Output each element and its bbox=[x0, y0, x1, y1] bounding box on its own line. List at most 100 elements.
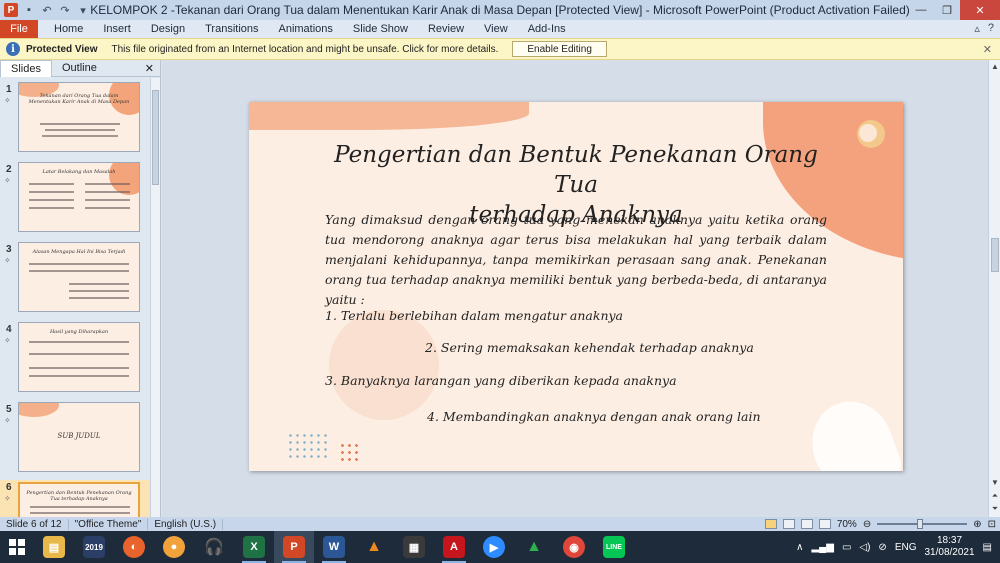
language-indicator-taskbar[interactable]: ENG bbox=[895, 542, 917, 553]
close-pane-icon[interactable]: ✕ bbox=[145, 62, 154, 75]
protected-view-message[interactable]: This file originated from an Internet lo… bbox=[112, 44, 499, 55]
slide-canvas: Pengertian dan Bentuk Penekanan Orang Tu… bbox=[162, 60, 988, 517]
slide-thumbnail-selected[interactable]: Pengertian dan Bentuk Penekanan Orang Tu… bbox=[18, 482, 140, 517]
headphones-icon: 🎧 bbox=[204, 539, 224, 556]
theme-name: "Office Theme" bbox=[69, 518, 149, 530]
slide-thumbnail[interactable]: Alasan Mengapa Hal Ini Bisa Terjadi bbox=[18, 242, 140, 312]
redo-icon[interactable]: ↷ bbox=[58, 3, 72, 17]
customize-qat-icon[interactable]: ▾ bbox=[76, 3, 90, 17]
slide-thumbnail-row[interactable]: 2 ✧ Latar Belakang dan Masalah bbox=[0, 162, 150, 238]
fit-to-window-icon[interactable]: ⊡ bbox=[988, 519, 996, 530]
media-app[interactable]: ● bbox=[154, 531, 194, 563]
firefox-app[interactable]: ◐ bbox=[114, 531, 154, 563]
zoom-level[interactable]: 70% bbox=[837, 519, 857, 530]
slide[interactable]: Pengertian dan Bentuk Penekanan Orang Tu… bbox=[249, 102, 903, 471]
list-item[interactable]: 1. Terlalu berlebihan dalam mengatur ana… bbox=[325, 308, 623, 323]
tab-add-ins[interactable]: Add-Ins bbox=[518, 23, 576, 35]
battery-icon[interactable]: ▭ bbox=[842, 542, 851, 553]
zoom-in-icon[interactable]: ⊕ bbox=[973, 519, 981, 530]
system-tray: ∧ ▂▄▆ ▭ ◁) ⊘ ENG 18:37 31/08/2021 ▤ bbox=[796, 531, 1000, 563]
slide-thumbnail[interactable]: Latar Belakang dan Masalah bbox=[18, 162, 140, 232]
powerpoint-app[interactable]: P bbox=[274, 531, 314, 563]
slide-thumbnail-row[interactable]: 5 ✧ SUB JUDUL bbox=[0, 402, 150, 478]
list-item[interactable]: 4. Membandingkan anaknya dengan anak ora… bbox=[427, 409, 761, 424]
calendar-app[interactable]: 2019 bbox=[74, 531, 114, 563]
video-app[interactable]: ▦ bbox=[394, 531, 434, 563]
list-item[interactable]: 3. Banyaknya larangan yang diberikan kep… bbox=[325, 373, 677, 388]
slide-scrollbar[interactable]: ▲ ▼ ⏶ ⏷ bbox=[988, 60, 1000, 517]
slideshow-view-button[interactable] bbox=[818, 519, 831, 529]
calendar-icon: 2019 bbox=[83, 536, 105, 558]
headphones-app[interactable]: 🎧 bbox=[194, 531, 234, 563]
drive-app[interactable]: ▲ bbox=[514, 531, 554, 563]
tab-animations[interactable]: Animations bbox=[269, 23, 343, 35]
file-explorer-app[interactable]: ▤ bbox=[34, 531, 74, 563]
tab-insert[interactable]: Insert bbox=[93, 23, 141, 35]
next-slide-icon[interactable]: ⏷ bbox=[989, 503, 1000, 515]
tab-view[interactable]: View bbox=[474, 23, 518, 35]
network-icon[interactable]: ▂▄▆ bbox=[811, 542, 833, 553]
slide-thumbnail-row[interactable]: 1 ✧ Tekanan dari Orang Tua dalam Menentu… bbox=[0, 82, 150, 158]
tab-transitions[interactable]: Transitions bbox=[195, 23, 268, 35]
vlc-cone-icon: ▲ bbox=[366, 538, 382, 555]
word-app[interactable]: W bbox=[314, 531, 354, 563]
transition-icon: ✧ bbox=[4, 416, 11, 425]
tab-outline[interactable]: Outline bbox=[52, 60, 107, 77]
window-title: KELOMPOK 2 -Tekanan dari Orang Tua dalam… bbox=[90, 3, 910, 17]
undo-icon[interactable]: ↶ bbox=[40, 3, 54, 17]
vlc-app[interactable]: ▲ bbox=[354, 531, 394, 563]
restore-icon[interactable]: ❐ bbox=[934, 0, 960, 20]
slide-sorter-view-button[interactable] bbox=[782, 519, 795, 529]
slide-thumbnail-row[interactable]: 4 ✧ Hasil yang Diharapkan bbox=[0, 322, 150, 398]
clock[interactable]: 18:37 31/08/2021 bbox=[924, 535, 974, 559]
scroll-down-icon[interactable]: ▼ bbox=[989, 476, 1000, 488]
scroll-thumb[interactable] bbox=[991, 238, 999, 272]
chevron-up-icon[interactable]: ∧ bbox=[796, 542, 803, 553]
zoom-app[interactable]: ▶ bbox=[474, 531, 514, 563]
slide-thumbnail-row[interactable]: 3 ✧ Alasan Mengapa Hal Ini Bisa Terjadi bbox=[0, 242, 150, 318]
tab-slides[interactable]: Slides bbox=[0, 59, 52, 77]
thumbnails-scrollbar[interactable] bbox=[150, 78, 160, 517]
close-icon[interactable]: ✕ bbox=[960, 0, 1000, 20]
acrobat-app[interactable]: A bbox=[434, 531, 474, 563]
tab-design[interactable]: Design bbox=[141, 23, 195, 35]
tab-review[interactable]: Review bbox=[418, 23, 474, 35]
excel-app[interactable]: X bbox=[234, 531, 274, 563]
slide-body-text[interactable]: Yang dimaksud dengan orang tua yang mene… bbox=[325, 210, 827, 310]
list-item[interactable]: 2. Sering memaksakan kehendak terhadap a… bbox=[425, 340, 754, 355]
volume-icon[interactable]: ◁) bbox=[859, 542, 870, 553]
reading-view-button[interactable] bbox=[800, 519, 813, 529]
slide-thumbnail[interactable]: Hasil yang Diharapkan bbox=[18, 322, 140, 392]
tab-slide-show[interactable]: Slide Show bbox=[343, 23, 418, 35]
language-indicator[interactable]: English (U.S.) bbox=[148, 518, 224, 530]
slide-number: 3 bbox=[6, 244, 12, 255]
slide-thumbnail-row-selected[interactable]: 6 ✧ Pengertian dan Bentuk Penekanan Oran… bbox=[0, 480, 150, 517]
enable-editing-button[interactable]: Enable Editing bbox=[512, 41, 607, 57]
transition-icon: ✧ bbox=[4, 494, 11, 503]
action-center-icon[interactable]: ▤ bbox=[983, 542, 992, 553]
scroll-up-icon[interactable]: ▲ bbox=[989, 60, 1000, 72]
word-icon: W bbox=[323, 536, 345, 558]
line-app[interactable]: LINE bbox=[594, 531, 634, 563]
thumbnail-title: Alasan Mengapa Hal Ini Bisa Terjadi bbox=[32, 249, 126, 255]
close-bar-icon[interactable]: ✕ bbox=[983, 43, 992, 56]
tab-home[interactable]: Home bbox=[44, 23, 93, 35]
start-button[interactable] bbox=[0, 531, 34, 563]
notification-icon[interactable]: ⊘ bbox=[878, 542, 886, 553]
slide-thumbnail[interactable]: Tekanan dari Orang Tua dalam Menentukan … bbox=[18, 82, 140, 152]
help-icon[interactable]: ? bbox=[988, 22, 994, 35]
powerpoint-logo-icon[interactable]: P bbox=[4, 3, 18, 17]
normal-view-button[interactable] bbox=[764, 519, 777, 529]
minimize-ribbon-icon[interactable]: ▵ bbox=[974, 22, 980, 35]
save-icon[interactable]: ▪ bbox=[22, 3, 36, 17]
zoom-slider[interactable] bbox=[877, 519, 968, 529]
firefox-icon: ◐ bbox=[123, 536, 145, 558]
tab-file[interactable]: File bbox=[0, 20, 38, 38]
chrome-app[interactable]: ◉ bbox=[554, 531, 594, 563]
protected-view-bar: i Protected View This file originated fr… bbox=[0, 38, 1000, 60]
camera-icon: ▶ bbox=[483, 536, 505, 558]
previous-slide-icon[interactable]: ⏶ bbox=[989, 490, 1000, 502]
minimize-icon[interactable]: — bbox=[908, 0, 934, 20]
zoom-out-icon[interactable]: ⊖ bbox=[863, 519, 871, 530]
slide-thumbnail[interactable]: SUB JUDUL bbox=[18, 402, 140, 472]
